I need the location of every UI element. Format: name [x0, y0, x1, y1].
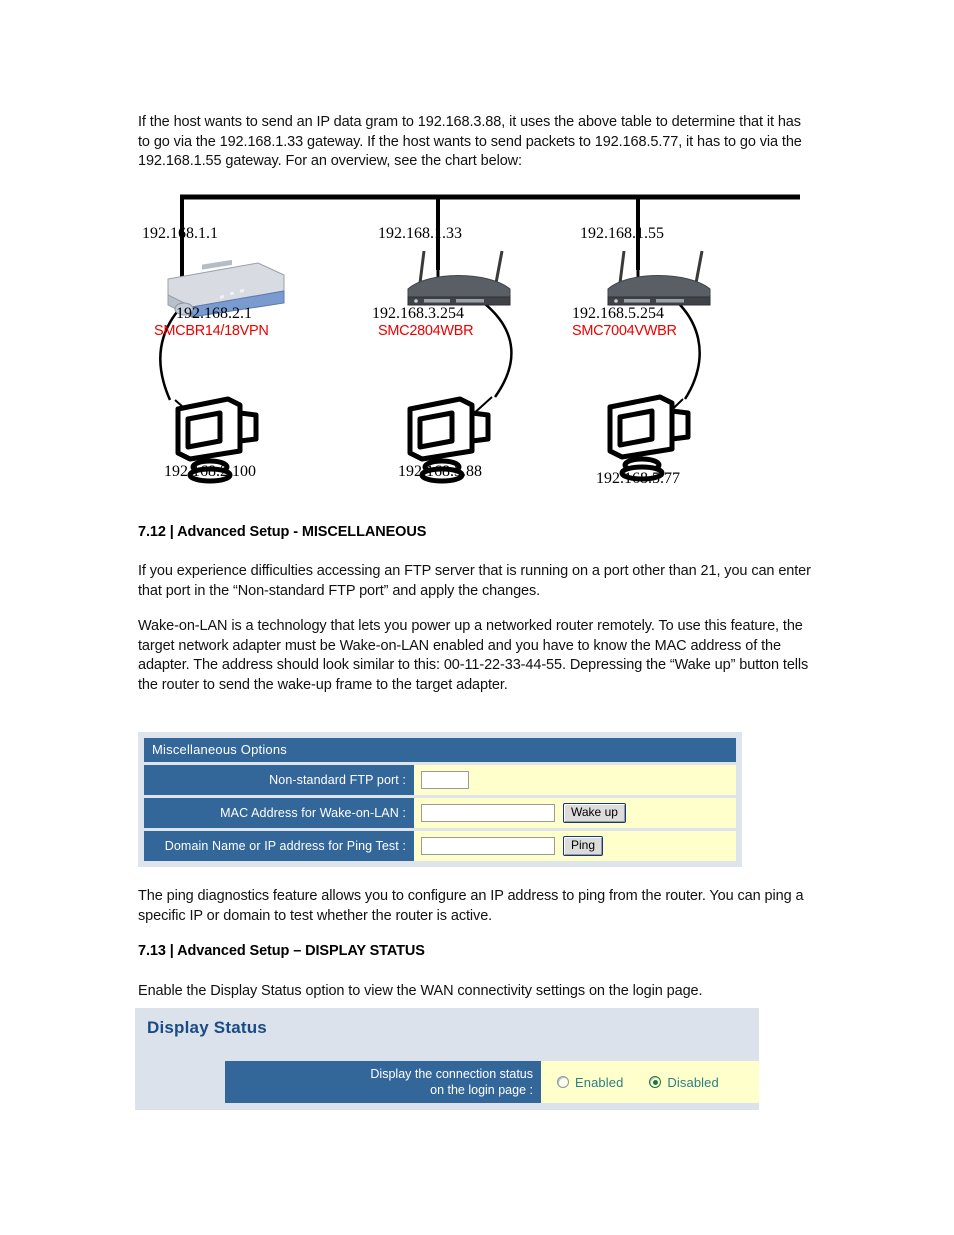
- label-line-2: on the login page :: [430, 1083, 533, 1097]
- display-status-title: Display Status: [147, 1018, 267, 1037]
- section-712-heading: 7.12 | Advanced Setup - MISCELLANEOUS: [138, 524, 427, 540]
- miscellaneous-options-header: Miscellaneous Options: [144, 738, 736, 762]
- wireless-router-icon-1: [407, 250, 511, 306]
- node-3-model: SMC7004VWBR: [572, 323, 677, 339]
- mac-address-input[interactable]: [421, 804, 555, 822]
- section-712-paragraph-1: If you experience difficulties accessing…: [138, 563, 811, 599]
- label-non-standard-ftp-port: Non-standard FTP port :: [144, 765, 414, 795]
- field-mac-address-wake-on-lan: Wake up: [414, 798, 736, 828]
- section-712-paragraph-2: Wake-on-LAN is a technology that lets yo…: [138, 618, 809, 693]
- label-ping-test: Domain Name or IP address for Ping Test …: [144, 831, 414, 861]
- node-1-wan-ip: 192.168.1.1: [142, 225, 218, 242]
- node-3-lan-ip: 192.168.5.254: [572, 305, 664, 322]
- label-display-connection-status: Display the connection status on the log…: [225, 1061, 541, 1103]
- document-page: If the host wants to send an IP data gra…: [0, 0, 954, 1235]
- row-non-standard-ftp-port: Non-standard FTP port :: [144, 765, 736, 795]
- radio-option-disabled[interactable]: Disabled: [649, 1074, 719, 1090]
- node-3-wan-ip: 192.168.1.55: [580, 225, 664, 242]
- node-1-client-ip: 192.168.2.100: [164, 463, 256, 480]
- network-topology-diagram: 192.168.1.1 192.168.1.33 192.168.1.55 19…: [140, 185, 820, 490]
- pc-icon-3: [607, 394, 691, 482]
- node-1-lan-ip: 192.168.2.1: [176, 305, 252, 322]
- node-2-wan-ip: 192.168.1.33: [378, 225, 462, 242]
- node-3-client-ip: 192.168.5.77: [596, 470, 680, 487]
- label-line-1: Display the connection status: [370, 1067, 533, 1081]
- radio-enabled-label: Enabled: [575, 1074, 624, 1090]
- row-ping-test: Domain Name or IP address for Ping Test …: [144, 831, 736, 861]
- section-712-paragraph-3: The ping diagnostics feature allows you …: [138, 888, 804, 924]
- intro-paragraph: If the host wants to send an IP data gra…: [138, 114, 802, 169]
- ping-button[interactable]: Ping: [563, 836, 604, 856]
- row-mac-address-wake-on-lan: MAC Address for Wake-on-LAN : Wake up: [144, 798, 736, 828]
- non-standard-ftp-port-input[interactable]: [421, 771, 469, 789]
- radio-disabled-icon[interactable]: [649, 1076, 662, 1088]
- node-2-model: SMC2804WBR: [378, 323, 474, 339]
- wireless-router-icon-2: [607, 250, 711, 306]
- wake-up-button[interactable]: Wake up: [563, 803, 626, 823]
- field-display-connection-status: Enabled Disabled: [541, 1061, 759, 1103]
- miscellaneous-options-panel: Miscellaneous Options Non-standard FTP p…: [138, 732, 742, 867]
- row-display-connection-status: Display the connection status on the log…: [225, 1061, 759, 1103]
- radio-disabled-label: Disabled: [667, 1074, 719, 1090]
- node-2-lan-ip: 192.168.3.254: [372, 305, 464, 322]
- field-non-standard-ftp-port: [414, 765, 736, 795]
- radio-enabled-icon[interactable]: [557, 1076, 569, 1088]
- radio-option-enabled[interactable]: Enabled: [557, 1075, 623, 1090]
- field-ping-test: Ping: [414, 831, 736, 861]
- section-713-heading: 7.13 | Advanced Setup – DISPLAY STATUS: [138, 943, 425, 959]
- node-2-client-ip: 192.168.3.88: [398, 463, 482, 480]
- node-1-model: SMCBR14/18VPN: [154, 323, 269, 339]
- section-713-paragraph-1: Enable the Display Status option to view…: [138, 983, 703, 999]
- display-status-panel: Display Status Display the connection st…: [135, 1008, 759, 1110]
- ping-target-input[interactable]: [421, 837, 555, 855]
- label-mac-address-wake-on-lan: MAC Address for Wake-on-LAN :: [144, 798, 414, 828]
